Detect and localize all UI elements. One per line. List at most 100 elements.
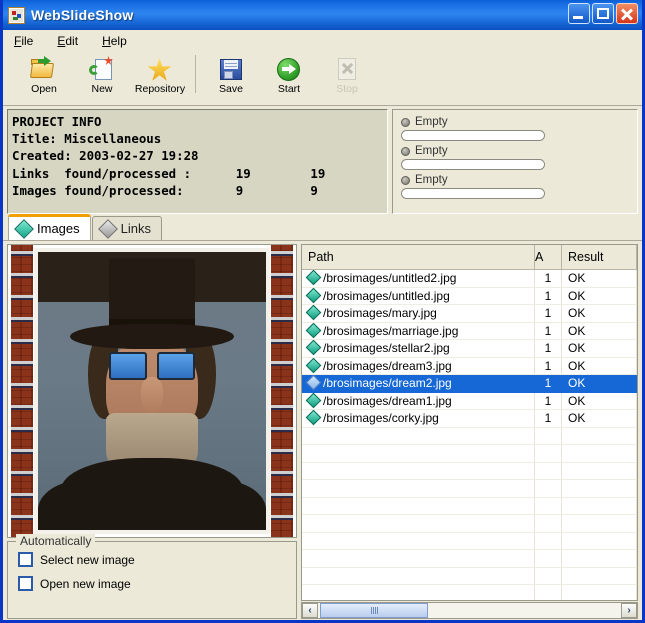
play-arrow-icon — [274, 55, 304, 83]
table-row-empty[interactable] — [302, 532, 637, 550]
table-row-empty[interactable] — [302, 515, 637, 533]
table-row-empty[interactable] — [302, 462, 637, 480]
file-list-column: Path A Result /brosimages/untitled2.jpg1… — [301, 244, 638, 619]
cell-path: /brosimages/untitled.jpg — [302, 287, 535, 305]
file-table: Path A Result /brosimages/untitled2.jpg1… — [302, 245, 637, 601]
cell-path: /brosimages/marriage.jpg — [302, 322, 535, 340]
tab-links[interactable]: Links — [92, 216, 162, 240]
brick-border-left — [11, 245, 33, 537]
scrollbar-track[interactable] — [318, 603, 621, 618]
table-row[interactable]: /brosimages/dream2.jpg1OK — [302, 375, 637, 393]
diamond-icon — [98, 219, 118, 239]
scroll-right-button[interactable]: › — [621, 603, 637, 618]
cell-a: 1 — [535, 270, 562, 288]
column-header-path[interactable]: Path — [302, 245, 535, 270]
tab-images[interactable]: Images — [8, 214, 91, 240]
menu-edit[interactable]: Edit — [54, 33, 81, 49]
cell-path: /brosimages/mary.jpg — [302, 305, 535, 323]
cell-empty — [535, 480, 562, 498]
table-row-empty[interactable] — [302, 550, 637, 568]
stop-button-label: Stop — [336, 84, 358, 95]
column-header-a[interactable]: A — [535, 245, 562, 270]
cell-empty — [562, 480, 637, 498]
diamond-icon — [306, 270, 322, 286]
horizontal-scrollbar[interactable]: ‹ › — [301, 602, 638, 619]
minimize-button[interactable] — [568, 3, 590, 24]
main-content: Automatically Select new image Open new … — [3, 240, 642, 619]
table-row-empty[interactable] — [302, 497, 637, 515]
cell-empty — [562, 497, 637, 515]
cell-path: /brosimages/untitled2.jpg — [302, 270, 535, 288]
project-info-panel: PROJECT INFO Title: Miscellaneous Create… — [7, 109, 388, 214]
cell-empty — [562, 515, 637, 533]
file-table-wrapper: Path A Result /brosimages/untitled2.jpg1… — [301, 244, 638, 601]
start-button[interactable]: Start — [260, 55, 318, 95]
table-row[interactable]: /brosimages/dream1.jpg1OK — [302, 392, 637, 410]
cell-result: OK — [562, 392, 637, 410]
cell-empty — [302, 532, 535, 550]
cell-a: 1 — [535, 392, 562, 410]
open-button[interactable]: Open — [15, 55, 73, 95]
table-row-empty[interactable] — [302, 567, 637, 585]
repository-button[interactable]: Repository — [131, 55, 189, 95]
table-row-empty[interactable] — [302, 445, 637, 463]
cell-empty — [302, 515, 535, 533]
scroll-left-button[interactable]: ‹ — [302, 603, 318, 618]
window-controls — [568, 3, 638, 24]
app-icon — [8, 7, 25, 24]
table-row[interactable]: /brosimages/untitled.jpg1OK — [302, 287, 637, 305]
cell-empty — [302, 567, 535, 585]
cell-a: 1 — [535, 410, 562, 428]
diamond-icon — [306, 322, 322, 338]
table-row[interactable]: /brosimages/dream3.jpg1OK — [302, 357, 637, 375]
scrollbar-thumb[interactable] — [320, 603, 428, 618]
cell-empty — [535, 567, 562, 585]
progress-status-label: Empty — [415, 145, 448, 157]
checkbox-box[interactable] — [18, 552, 33, 567]
cell-empty — [302, 550, 535, 568]
cell-empty — [302, 497, 535, 515]
column-header-result[interactable]: Result — [562, 245, 637, 270]
menu-help[interactable]: Help — [99, 33, 130, 49]
table-row[interactable]: /brosimages/marriage.jpg1OK — [302, 322, 637, 340]
diamond-icon — [306, 392, 322, 408]
progress-row: Empty — [401, 174, 629, 199]
diamond-icon — [306, 410, 322, 426]
cell-a: 1 — [535, 322, 562, 340]
table-row-empty[interactable] — [302, 427, 637, 445]
table-row-empty[interactable] — [302, 585, 637, 602]
table-row[interactable]: /brosimages/untitled2.jpg1OK — [302, 270, 637, 288]
diamond-icon — [306, 305, 322, 321]
cell-a: 1 — [535, 287, 562, 305]
diamond-icon — [14, 219, 34, 239]
save-button[interactable]: Save — [202, 55, 260, 95]
stop-page-icon — [332, 55, 362, 83]
menu-file[interactable]: FFileile — [11, 33, 36, 49]
cell-empty — [562, 585, 637, 602]
table-row[interactable]: /brosimages/stellar2.jpg1OK — [302, 340, 637, 358]
tab-images-label: Images — [37, 221, 80, 236]
cell-result: OK — [562, 287, 637, 305]
table-row[interactable]: /brosimages/corky.jpg1OK — [302, 410, 637, 428]
diamond-icon — [306, 340, 322, 356]
window-title: WebSlideShow — [31, 7, 134, 23]
status-bullet-icon — [401, 147, 410, 156]
close-button[interactable] — [616, 3, 638, 24]
new-button[interactable]: New — [73, 55, 131, 95]
cell-empty — [302, 462, 535, 480]
star-icon — [145, 55, 175, 83]
table-row[interactable]: /brosimages/mary.jpg1OK — [302, 305, 637, 323]
progress-bar — [401, 159, 545, 170]
cell-empty — [562, 532, 637, 550]
maximize-button[interactable] — [592, 3, 614, 24]
brick-border-right — [271, 245, 293, 537]
table-row-empty[interactable] — [302, 480, 637, 498]
checkbox-open-new-image[interactable]: Open new image — [18, 576, 296, 591]
cell-path: /brosimages/dream1.jpg — [302, 392, 535, 410]
cell-empty — [562, 550, 637, 568]
checkbox-box[interactable] — [18, 576, 33, 591]
cell-empty — [535, 550, 562, 568]
project-info-text: PROJECT INFO Title: Miscellaneous Create… — [12, 113, 387, 199]
checkbox-select-new-image[interactable]: Select new image — [18, 552, 296, 567]
image-preview[interactable] — [7, 244, 297, 538]
